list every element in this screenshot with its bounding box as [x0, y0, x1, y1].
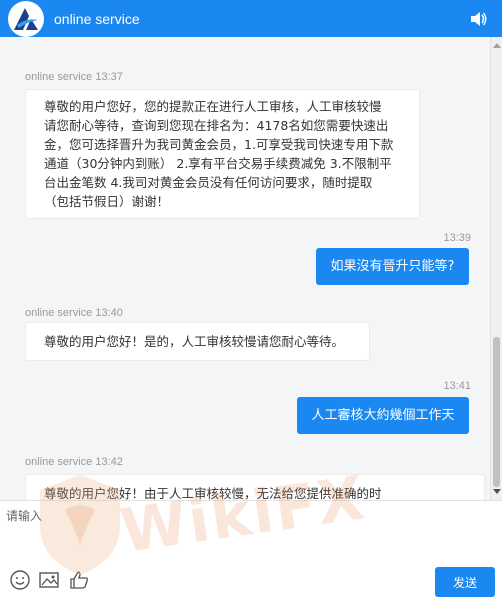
scroll-down-arrow-icon[interactable] [493, 489, 501, 494]
image-icon[interactable] [38, 569, 60, 591]
chat-header: online service [0, 0, 502, 37]
chat-scrollbar[interactable] [490, 37, 502, 500]
service-logo [8, 0, 44, 37]
emoji-icon[interactable] [9, 569, 31, 591]
message-meta: online service 13:37 [25, 71, 123, 83]
message-line: （包括节假日）谢谢！ [44, 194, 170, 209]
sender-name: online service [25, 71, 93, 83]
thumbs-up-icon[interactable] [68, 569, 90, 591]
message-bubble-agent: 尊敬的用户您好！由于人工审核较慢，无法给您提供准确的时 [25, 474, 485, 500]
message-bubble-agent: 尊敬的用户您好，您的提款正在进行人工审核，人工审核较慢 请您耐心等待，查询到您现… [25, 89, 420, 219]
input-area [0, 500, 502, 614]
message-bubble-user: 人工審核大約幾個工作天 [297, 397, 469, 434]
speaker-icon[interactable] [468, 9, 488, 29]
send-button[interactable]: 发送 [435, 567, 495, 597]
message-input[interactable] [6, 507, 494, 563]
message-line: 台出金笔数 4.我司对黄金会员没有任何访问要求，随时提取 [44, 175, 373, 190]
scroll-thumb[interactable] [493, 337, 500, 487]
sender-name: online service [25, 307, 93, 319]
message-bubble-agent: 尊敬的用户您好！是的，人工审核较慢请您耐心等待。 [25, 322, 370, 361]
chat-history[interactable]: online service 13:37 尊敬的用户您好，您的提款正在进行人工审… [0, 37, 502, 500]
message-line: 请您耐心等待，查询到您现在排名为：4178名如您需要快速出 [44, 118, 389, 133]
message-bubble-user: 如果沒有晉升只能等? [316, 248, 469, 285]
message-time: 13:37 [95, 71, 123, 83]
message-time: 13:39 [443, 232, 471, 244]
header-title: online service [54, 10, 140, 27]
scroll-up-arrow-icon[interactable] [493, 43, 501, 48]
message-time: 13:42 [95, 456, 123, 468]
message-meta: online service 13:40 [25, 307, 123, 319]
message-line: 金，您可选择晋升为我司黄金会员，1.可享受我司快速专用下款 [44, 137, 394, 152]
message-line: 通道（30分钟内到账） 2.享有平台交易手续费减免 3.不限制平 [44, 156, 392, 171]
message-line: 尊敬的用户您好，您的提款正在进行人工审核，人工审核较慢 [44, 99, 382, 114]
logo-icon [14, 7, 38, 30]
message-meta: online service 13:42 [25, 456, 123, 468]
message-time: 13:41 [443, 380, 471, 392]
sender-name: online service [25, 456, 93, 468]
message-time: 13:40 [95, 307, 123, 319]
